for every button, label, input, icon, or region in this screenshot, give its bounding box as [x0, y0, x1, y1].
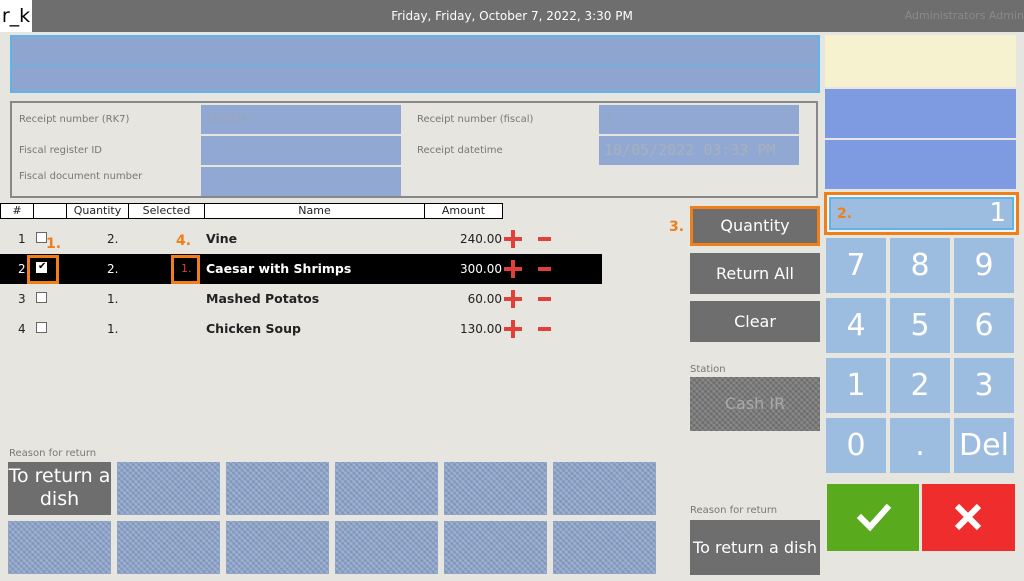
header-amount: Amount: [424, 203, 503, 219]
reason-slot[interactable]: [335, 521, 438, 574]
document-number-label: Fiscal document number: [19, 171, 143, 182]
plus-icon[interactable]: [503, 320, 523, 338]
row-number: 2: [18, 262, 26, 276]
row-name: Chicken Soup: [206, 321, 301, 336]
table-row[interactable]: 1 2. Vine 240.00: [0, 224, 602, 254]
callout-box-4: [171, 255, 200, 284]
register-id-label: Fiscal register ID: [19, 145, 102, 156]
checkmark-icon: [856, 503, 892, 532]
row-number: 4: [18, 322, 26, 336]
minus-icon[interactable]: [538, 237, 551, 241]
row-name: Mashed Potatos: [206, 291, 320, 306]
reason-slot[interactable]: [117, 521, 220, 574]
key-delete[interactable]: Del: [954, 418, 1014, 473]
close-icon: [954, 503, 982, 531]
minus-icon[interactable]: [538, 297, 551, 301]
return-all-button[interactable]: Return All: [690, 253, 820, 294]
order-header-panel: [10, 35, 820, 93]
quantity-button[interactable]: Quantity: [690, 206, 820, 246]
reason-slot[interactable]: [335, 462, 438, 515]
row-amount: 300.00: [460, 262, 502, 276]
row-quantity: 1.: [107, 322, 119, 336]
fiscal-number-field[interactable]: 3: [599, 105, 799, 134]
minus-icon[interactable]: [538, 267, 551, 271]
rk7-label: Receipt number (RK7): [19, 114, 130, 125]
keypad-display: 1: [829, 197, 1014, 230]
row-number: 1: [18, 232, 26, 246]
header-selected: Selected: [128, 203, 205, 219]
row-checkbox[interactable]: [36, 322, 47, 333]
reason-left-label: Reason for return: [9, 448, 97, 459]
plus-icon[interactable]: [503, 290, 523, 308]
row-quantity: 1.: [107, 292, 119, 306]
row-number: 3: [18, 292, 26, 306]
return-dish-button[interactable]: To return a dish: [690, 520, 820, 575]
receipt-datetime-field[interactable]: 10/05/2022 03:33 PM: [599, 136, 799, 165]
row-name: Caesar with Shrimps: [206, 261, 352, 276]
key-8[interactable]: 8: [890, 238, 950, 293]
header-name: Name: [204, 203, 425, 219]
key-7[interactable]: 7: [826, 238, 886, 293]
register-id-field[interactable]: [201, 136, 401, 165]
row-amount: 130.00: [460, 322, 502, 336]
reason-slot[interactable]: [226, 521, 329, 574]
key-0[interactable]: 0: [826, 418, 886, 473]
row-name: Vine: [206, 231, 238, 246]
app-logo: r_k: [0, 0, 32, 32]
callout-box-1: [27, 255, 59, 284]
clear-button[interactable]: Clear: [690, 301, 820, 342]
key-4[interactable]: 4: [826, 298, 886, 353]
reason-slot[interactable]: [553, 521, 656, 574]
minus-icon[interactable]: [538, 327, 551, 331]
rk7-field[interactable]: 100024: [201, 105, 401, 134]
table-row-selected[interactable]: 2 ✔ 2. 1. Caesar with Shrimps 300.00: [0, 254, 602, 284]
callout-label-2: 2.: [837, 206, 853, 222]
row-quantity: 2.: [107, 232, 119, 246]
key-2[interactable]: 2: [890, 358, 950, 413]
header-quantity: Quantity: [66, 203, 129, 219]
key-1[interactable]: 1: [826, 358, 886, 413]
key-3[interactable]: 3: [954, 358, 1014, 413]
station-label: Station: [690, 364, 726, 375]
plus-icon[interactable]: [503, 260, 523, 278]
table-row[interactable]: 4 1. Chicken Soup 130.00: [0, 314, 602, 344]
callout-label-3: 3.: [669, 219, 685, 235]
reason-slot[interactable]: [553, 462, 656, 515]
row-checkbox[interactable]: [36, 292, 47, 303]
row-quantity: 2.: [107, 262, 119, 276]
key-6[interactable]: 6: [954, 298, 1014, 353]
current-datetime: Friday, Friday, October 7, 2022, 3:30 PM: [391, 9, 633, 23]
confirm-button[interactable]: [827, 484, 919, 551]
reason-slot[interactable]: [444, 462, 547, 515]
reason-slot[interactable]: [8, 521, 111, 574]
cash-ir-button[interactable]: Cash IR: [690, 377, 820, 431]
key-9[interactable]: 9: [954, 238, 1014, 293]
plus-icon[interactable]: [503, 230, 523, 248]
row-amount: 60.00: [467, 292, 502, 306]
key-5[interactable]: 5: [890, 298, 950, 353]
fiscal-number-label: Receipt number (fiscal): [417, 114, 534, 125]
document-number-field[interactable]: [201, 167, 401, 196]
callout-label-4: 4.: [176, 233, 192, 249]
row-amount: 240.00: [460, 232, 502, 246]
header-num: #: [0, 203, 34, 219]
cancel-button[interactable]: [922, 484, 1015, 551]
reason-slot[interactable]: [444, 521, 547, 574]
info-panel-middle: [825, 89, 1016, 138]
reason-return-dish-button[interactable]: To return a dish: [8, 462, 111, 515]
reason-slot[interactable]: [226, 462, 329, 515]
reason-right-label: Reason for return: [690, 505, 778, 516]
callout-label-1: 1.: [46, 236, 62, 252]
receipt-datetime-label: Receipt datetime: [417, 145, 503, 156]
user-name: Administrators Admin: [904, 9, 1024, 22]
header-check: [33, 203, 67, 219]
table-row[interactable]: 3 1. Mashed Potatos 60.00: [0, 284, 602, 314]
info-panel-bottom: [825, 140, 1016, 189]
info-panel-top: [825, 35, 1016, 87]
key-dot[interactable]: .: [890, 418, 950, 473]
reason-slot[interactable]: [117, 462, 220, 515]
